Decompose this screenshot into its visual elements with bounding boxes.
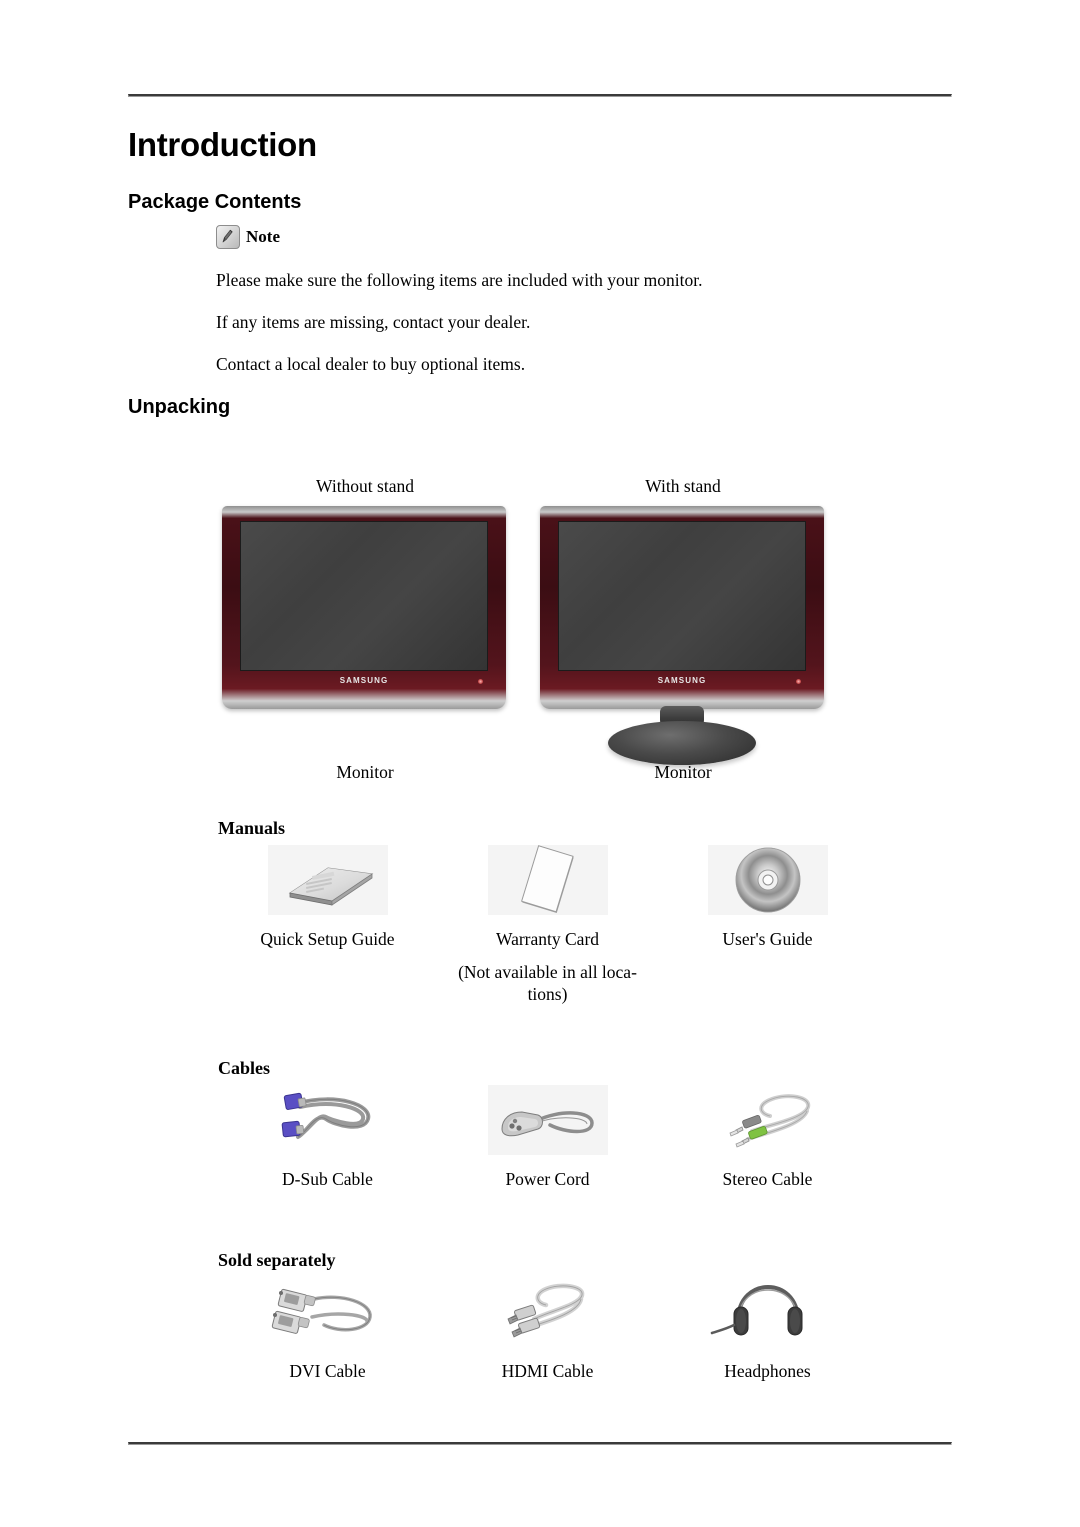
label-without-stand: Without stand (316, 476, 414, 496)
headphones-glyph (710, 1284, 802, 1336)
dvi-connector-top (277, 1288, 316, 1312)
hdmi-cable-icon (488, 1277, 608, 1347)
power-led-icon (796, 678, 802, 684)
dsub-cable-glyph (281, 1092, 370, 1139)
hdmi-cable-glyph (506, 1283, 584, 1338)
monitor-without-stand-image: SAMSUNG (222, 506, 506, 709)
monitor-bezel: SAMSUNG (222, 506, 506, 709)
caption-monitor-with-stand: Monitor (654, 762, 712, 782)
item-dsub-cable: D-Sub Cable (220, 1085, 435, 1190)
group-heading-cables: Cables (218, 1058, 271, 1078)
cd-disc-icon (707, 845, 828, 915)
dvi-cable-glyph (271, 1288, 372, 1334)
group-heading-manuals: Manuals (218, 818, 286, 838)
caption-dsub-cable: D-Sub Cable (282, 1169, 373, 1189)
caption-power-cord: Power Cord (505, 1169, 590, 1189)
cd-glyph (735, 847, 800, 913)
samsung-logo: SAMSUNG (657, 675, 707, 685)
pen-glyph (222, 229, 233, 243)
card-glyph (520, 845, 574, 913)
note-block: Note (216, 225, 280, 249)
paragraph-optional-items: Contact a local dealer to buy optional i… (216, 354, 526, 374)
monitor-with-stand-image: SAMSUNG (540, 506, 824, 765)
stereo-cable-icon (708, 1085, 828, 1155)
section-heading-unpacking: Unpacking (128, 396, 231, 418)
dsub-cable-icon (268, 1085, 388, 1155)
header-rule (128, 94, 952, 97)
samsung-logo: SAMSUNG (339, 675, 389, 685)
dvi-cable-icon (268, 1277, 388, 1347)
page-title: Introduction (128, 126, 317, 163)
dvi-connector-bottom (271, 1310, 310, 1334)
item-warranty-card: Warranty Card (Not available in all loca… (440, 845, 655, 1005)
caption-headphones: Headphones (724, 1361, 811, 1381)
paragraph-items-included: Please make sure the following items are… (216, 270, 703, 290)
paragraph-missing-items: If any items are missing, contact your d… (216, 312, 531, 332)
power-cord-icon (487, 1085, 608, 1155)
note-label: Note (246, 227, 280, 246)
monitor-bezel: SAMSUNG (540, 506, 824, 709)
group-heading-sold-separately: Sold separately (218, 1250, 336, 1270)
item-stereo-cable: Stereo Cable (660, 1085, 875, 1190)
caption-users-guide: User's Guide (722, 929, 813, 949)
note-warranty-card-availability: (Not available in all loca- tions) (458, 962, 637, 1004)
power-cord-glyph (500, 1111, 594, 1137)
caption-warranty-card: Warranty Card (495, 929, 600, 949)
power-plug-head (500, 1111, 543, 1137)
caption-dvi-cable: DVI Cable (289, 1361, 366, 1381)
caption-quick-setup-guide: Quick Setup Guide (260, 929, 395, 949)
booklet-icon (267, 845, 388, 915)
item-hdmi-cable: HDMI Cable (440, 1277, 655, 1382)
label-with-stand: With stand (645, 476, 721, 496)
headphones-icon (708, 1277, 828, 1347)
item-quick-setup-guide: Quick Setup Guide (220, 845, 435, 950)
power-led-icon (478, 678, 484, 684)
monitor-screen (558, 521, 806, 672)
item-power-cord: Power Cord (440, 1085, 655, 1190)
booklet-glyph (288, 867, 373, 906)
document-page: Introduction Package Contents Note Pleas… (0, 0, 1080, 1527)
caption-stereo-cable: Stereo Cable (722, 1169, 813, 1189)
caption-monitor-without-stand: Monitor (336, 762, 394, 782)
section-heading-package-contents: Package Contents (128, 191, 302, 213)
card-icon (487, 845, 608, 915)
stereo-cable-glyph (729, 1094, 810, 1148)
monitor-screen (240, 521, 488, 672)
note-pen-icon (216, 225, 240, 249)
item-headphones: Headphones (660, 1277, 875, 1382)
caption-hdmi-cable: HDMI Cable (501, 1361, 594, 1381)
footer-rule (128, 1442, 952, 1445)
item-users-guide: User's Guide (660, 845, 875, 950)
monitor-stand-base (608, 721, 756, 765)
item-dvi-cable: DVI Cable (220, 1277, 435, 1382)
